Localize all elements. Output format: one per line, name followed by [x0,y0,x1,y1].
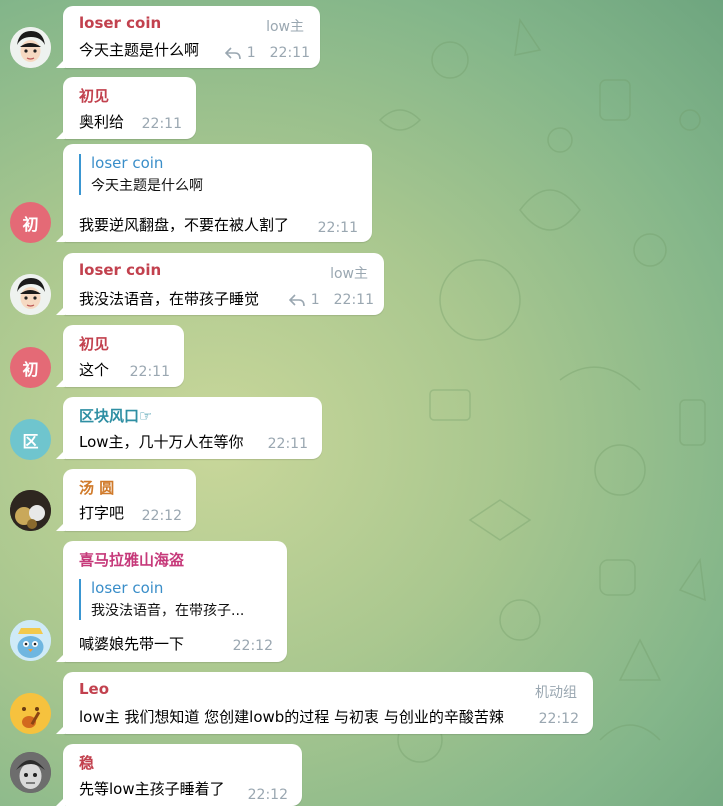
message-time: 22:11 [317,220,358,236]
message-bubble[interactable]: 初见 这个 22:11 [56,325,184,387]
sender-name[interactable]: 稳 [79,752,94,773]
message-time: 22:11 [129,364,170,380]
cartoon-face-icon [10,27,51,68]
message-text: 打字吧 [79,504,125,522]
sender-name[interactable]: 汤 圆 [79,477,114,498]
reply-quote[interactable]: loser coin 今天主题是什么啊 [79,154,203,195]
message-time: 22:11 [141,116,182,132]
message-bubble[interactable]: 初见 奥利给 22:11 [56,77,196,139]
message-text: 我没法语音，在带孩子睡觉 [79,290,260,308]
quote-text: 今天主题是什么啊 [91,178,203,194]
message-text: 喊婆娘先带一下 [79,635,185,653]
message-bubble[interactable]: 区块风口☞ Low主，几十万人在等你 22:11 [56,397,322,459]
message-text: 今天主题是什么啊 [79,41,200,59]
avatar-initial[interactable]: 初 [10,347,51,388]
message-10[interactable]: 稳 先等low主孩子睡着了 22:12 [0,744,723,806]
message-text: 奥利给 [79,113,125,131]
message-time: 22:11 [333,292,374,308]
reply-icon[interactable] [288,293,305,307]
avatar-loser-coin[interactable] [10,274,51,315]
message-time: 22:12 [538,711,579,727]
reply-quote[interactable]: loser coin 我没法语音，在带孩子... [79,579,244,620]
message-time: 22:12 [247,787,288,803]
member-rank: low主 [266,19,304,35]
anime-face-avatar-icon [10,752,51,793]
quote-sender: loser coin [91,154,164,172]
sender-name[interactable]: 初见 [79,85,109,106]
message-time: 22:12 [141,508,182,524]
message-8[interactable]: 喜马拉雅山海盗 loser coin 我没法语音，在带孩子... 喊婆娘先带一下… [0,541,723,665]
avatar-initial[interactable]: 区 [10,419,51,460]
reply-count[interactable]: 1 [247,45,256,61]
message-meta: 1 22:11 [288,292,374,308]
message-time: 22:12 [232,638,273,654]
sender-name[interactable]: 喜马拉雅山海盗 [79,549,184,570]
avatar-tangyuan[interactable] [10,490,51,531]
bird-avatar-icon [10,620,51,661]
message-5[interactable]: 初 初见 这个 22:11 [0,325,723,389]
avatar-leo[interactable] [10,693,51,734]
message-text: 我要逆风翻盘，不要在被人割了 [79,216,290,234]
message-bubble[interactable]: loser coin 今天主题是什么啊 我要逆风翻盘，不要在被人割了 22:11 [56,144,372,242]
message-time: 22:11 [267,436,308,452]
message-3[interactable]: 初 loser coin 今天主题是什么啊 我要逆风翻盘，不要在被人割了 22:… [0,144,723,244]
avatar-initial[interactable]: 初 [10,202,51,243]
message-9[interactable]: Leo 机动组 low主 我们想知道 您创建lowb的过程 与初衷 与创业的辛酸… [0,672,723,736]
message-7[interactable]: 汤 圆 打字吧 22:12 [0,469,723,533]
avatar-wen[interactable] [10,752,51,793]
sender-name[interactable]: loser coin [79,261,161,279]
message-2[interactable]: 初见 奥利给 22:11 [0,77,723,141]
quote-text: 我没法语音，在带孩子... [91,603,245,619]
message-text: 这个 [79,361,110,379]
photo-avatar-icon [10,490,51,531]
sender-name[interactable]: loser coin [79,14,161,32]
sender-name[interactable]: 初见 [79,333,109,354]
message-text: Low主，几十万人在等你 [79,433,244,451]
sender-name[interactable]: Leo [79,680,109,698]
avatar-pirate[interactable] [10,620,51,661]
message-bubble[interactable]: 稳 先等low主孩子睡着了 22:12 [56,744,302,806]
message-6[interactable]: 区 区块风口☞ Low主，几十万人在等你 22:11 [0,397,723,461]
message-bubble[interactable]: 汤 圆 打字吧 22:12 [56,469,196,531]
avatar-loser-coin[interactable] [10,27,51,68]
message-time: 22:11 [269,45,310,61]
member-rank: 机动组 [535,685,577,701]
message-text: 先等low主孩子睡着了 [79,780,225,798]
message-1[interactable]: loser coin low主 今天主题是什么啊 1 22:11 [0,6,723,70]
member-rank: low主 [330,266,368,282]
sender-name[interactable]: 区块风口☞ [79,405,152,426]
quote-sender: loser coin [91,579,164,597]
emoji-guitar-avatar-icon [10,693,51,734]
reply-count[interactable]: 1 [311,292,320,308]
message-bubble[interactable]: 喜马拉雅山海盗 loser coin 我没法语音，在带孩子... 喊婆娘先带一下… [56,541,287,662]
message-4[interactable]: loser coin low主 我没法语音，在带孩子睡觉 1 22:11 [0,253,723,317]
reply-icon[interactable] [224,46,241,60]
message-text: low主 我们想知道 您创建lowb的过程 与初衷 与创业的辛酸苦辣 [79,708,504,726]
message-bubble[interactable]: loser coin low主 我没法语音，在带孩子睡觉 1 22:11 [56,253,384,315]
message-bubble[interactable]: Leo 机动组 low主 我们想知道 您创建lowb的过程 与初衷 与创业的辛酸… [56,672,593,734]
message-meta: 1 22:11 [224,45,310,61]
cartoon-face-icon [10,274,51,315]
message-bubble[interactable]: loser coin low主 今天主题是什么啊 1 22:11 [56,6,320,68]
